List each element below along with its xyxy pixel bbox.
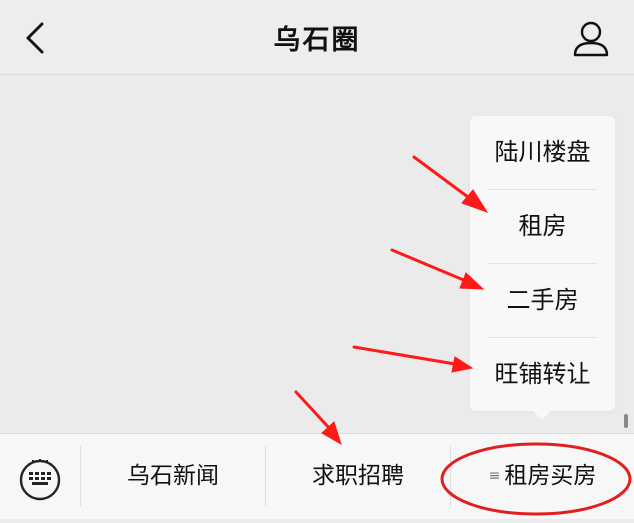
submenu-item-second-hand-house[interactable]: 二手房 <box>488 264 597 338</box>
person-icon <box>573 21 609 57</box>
scrollbar[interactable] <box>624 414 628 428</box>
page-title: 乌石圈 <box>273 25 361 56</box>
submenu-item-rent[interactable]: 租房 <box>488 190 597 264</box>
tab-label: 乌石新闻 <box>127 463 219 489</box>
bottom-menu-bar: 乌石新闻 求职招聘 ≡ 租房买房 <box>0 433 634 519</box>
list-icon: ≡ <box>488 468 501 484</box>
profile-button[interactable] <box>570 18 612 60</box>
tab-label: 租房买房 <box>504 463 597 489</box>
submenu-item-shop-transfer[interactable]: 旺铺转让 <box>488 338 597 411</box>
tab-label: 求职招聘 <box>312 463 404 489</box>
popup-pointer <box>532 410 552 420</box>
keyboard-toggle-button[interactable] <box>0 434 80 519</box>
submenu-popup: 陆川楼盘 租房 二手房 旺铺转让 <box>470 116 615 411</box>
tab-wushi-news[interactable]: 乌石新闻 <box>81 434 265 519</box>
tab-jobs[interactable]: 求职招聘 <box>266 434 450 519</box>
top-navigation-bar: 乌石圈 <box>0 0 634 75</box>
tab-rent-buy-house[interactable]: ≡ 租房买房 <box>451 434 634 519</box>
keyboard-icon <box>19 459 61 501</box>
submenu-item-luchuan-property[interactable]: 陆川楼盘 <box>488 116 597 190</box>
